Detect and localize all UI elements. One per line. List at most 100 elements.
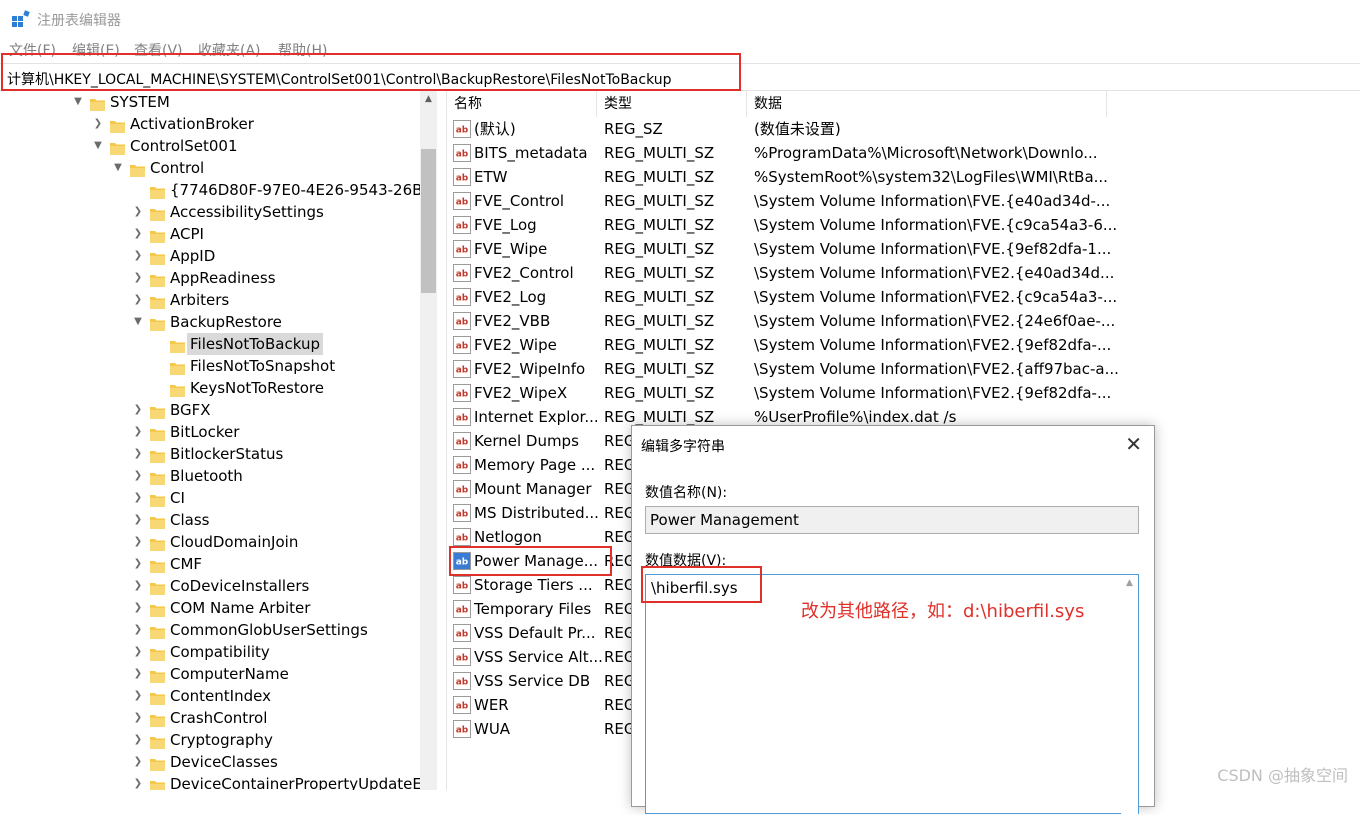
chevron-right-icon[interactable]: ❯: [130, 575, 146, 597]
tree-item[interactable]: ❯ ContentIndex: [0, 685, 420, 707]
tree-item[interactable]: ❯ CMF: [0, 553, 420, 575]
chevron-down-icon[interactable]: ▼: [130, 311, 146, 333]
column-header-name[interactable]: 名称: [447, 91, 597, 117]
tree-item[interactable]: ❯ AppID: [0, 245, 420, 267]
tree-item[interactable]: ❯ AppReadiness: [0, 267, 420, 289]
tree-item[interactable]: ❯ DeviceClasses: [0, 751, 420, 773]
string-value-icon: ab: [453, 360, 471, 378]
chevron-right-icon[interactable]: ❯: [130, 487, 146, 509]
tree-item[interactable]: ❯ DeviceContainerPropertyUpdateEve: [0, 773, 420, 790]
key-tree-pane[interactable]: ▼ SYSTEM ❯ ActivationBroker ▼ ControlSet001 ▼ C…: [0, 91, 420, 790]
chevron-right-icon[interactable]: ❯: [130, 531, 146, 553]
chevron-right-icon[interactable]: ❯: [130, 707, 146, 729]
value-list-header: 名称 类型 数据: [447, 91, 1360, 117]
chevron-down-icon[interactable]: ▼: [90, 135, 106, 157]
tree-item[interactable]: ❯ CloudDomainJoin: [0, 531, 420, 553]
value-data: \System Volume Information\FVE2.{9ef82df…: [754, 336, 1112, 354]
tree-item-label: BGFX: [170, 401, 211, 419]
tree-item[interactable]: ❯ ActivationBroker: [0, 113, 420, 135]
tree-scrollbar[interactable]: ▲: [420, 91, 437, 790]
tree-item[interactable]: ❯ Cryptography: [0, 729, 420, 751]
chevron-right-icon[interactable]: ❯: [130, 641, 146, 663]
tree-item[interactable]: ❯ CommonGlobUserSettings: [0, 619, 420, 641]
tree-item[interactable]: ❯ Class: [0, 509, 420, 531]
close-icon[interactable]: ✕: [1125, 432, 1142, 456]
textarea-scrollbar[interactable]: ▲: [1121, 575, 1138, 815]
tree-item[interactable]: ▼ ControlSet001: [0, 135, 420, 157]
chevron-right-icon[interactable]: ❯: [130, 663, 146, 685]
tree-item[interactable]: ❯ BGFX: [0, 399, 420, 421]
tree-item-label: ComputerName: [170, 665, 289, 683]
scroll-up-arrow-icon[interactable]: ▲: [1121, 578, 1138, 588]
chevron-right-icon[interactable]: ❯: [130, 751, 146, 773]
chevron-right-icon[interactable]: ❯: [130, 245, 146, 267]
tree-item[interactable]: ❯ CI: [0, 487, 420, 509]
column-header-data[interactable]: 数据: [747, 91, 1107, 117]
tree-item-label: ACPI: [170, 225, 204, 243]
address-path[interactable]: 计算机\HKEY_LOCAL_MACHINE\SYSTEM\ControlSet…: [7, 69, 672, 89]
value-row[interactable]: ab FVE2_Control REG_MULTI_SZ \System Volume…: [447, 261, 1360, 285]
value-row[interactable]: ab BITS_metadata REG_MULTI_SZ %ProgramData%…: [447, 141, 1360, 165]
value-row[interactable]: ab FVE_Wipe REG_MULTI_SZ \System Volume Inf…: [447, 237, 1360, 261]
tree-item[interactable]: ▼ Control: [0, 157, 420, 179]
chevron-right-icon[interactable]: ❯: [130, 443, 146, 465]
chevron-right-icon[interactable]: ❯: [130, 553, 146, 575]
value-row[interactable]: ab FVE2_WipeX REG_MULTI_SZ \System Volume I…: [447, 381, 1360, 405]
tree-item[interactable]: ❯ CoDeviceInstallers: [0, 575, 420, 597]
tree-item[interactable]: KeysNotToRestore: [0, 377, 420, 399]
value-row[interactable]: ab FVE2_Log REG_MULTI_SZ \System Volume Inf…: [447, 285, 1360, 309]
chevron-right-icon[interactable]: ❯: [130, 289, 146, 311]
chevron-right-icon[interactable]: ❯: [130, 773, 146, 790]
value-type: REG_MULTI_SZ: [604, 192, 715, 210]
tree-item[interactable]: FilesNotToBackup: [0, 333, 420, 355]
tree-item[interactable]: {7746D80F-97E0-4E26-9543-26B41FC: [0, 179, 420, 201]
chevron-right-icon[interactable]: ❯: [130, 465, 146, 487]
address-bar[interactable]: 计算机\HKEY_LOCAL_MACHINE\SYSTEM\ControlSet…: [0, 63, 1360, 91]
tree-item[interactable]: FilesNotToSnapshot: [0, 355, 420, 377]
tree-item[interactable]: ❯ Bluetooth: [0, 465, 420, 487]
menu-edit[interactable]: 编辑(E): [72, 40, 120, 60]
value-row[interactable]: ab FVE_Control REG_MULTI_SZ \System Volume …: [447, 189, 1360, 213]
tree-item[interactable]: ❯ ACPI: [0, 223, 420, 245]
tree-item[interactable]: ❯ COM Name Arbiter: [0, 597, 420, 619]
chevron-right-icon[interactable]: ❯: [130, 267, 146, 289]
value-row[interactable]: ab FVE2_VBB REG_MULTI_SZ \System Volume Inf…: [447, 309, 1360, 333]
pane-splitter[interactable]: [437, 91, 447, 790]
tree-item[interactable]: ❯ BitLocker: [0, 421, 420, 443]
menu-favorites[interactable]: 收藏夹(A): [198, 40, 261, 60]
value-row[interactable]: ab ETW REG_MULTI_SZ %SystemRoot%\system32\L…: [447, 165, 1360, 189]
tree-item[interactable]: ❯ CrashControl: [0, 707, 420, 729]
value-row[interactable]: ab FVE_Log REG_MULTI_SZ \System Volume Info…: [447, 213, 1360, 237]
tree-item[interactable]: ❯ AccessibilitySettings: [0, 201, 420, 223]
menu-file[interactable]: 文件(F): [9, 40, 56, 60]
chevron-right-icon[interactable]: ❯: [130, 685, 146, 707]
menu-view[interactable]: 查看(V): [134, 40, 183, 60]
scroll-up-arrow-icon[interactable]: ▲: [420, 91, 437, 108]
tree-item[interactable]: ❯ Compatibility: [0, 641, 420, 663]
value-row[interactable]: ab (默认) REG_SZ (数值未设置): [447, 117, 1360, 141]
chevron-right-icon[interactable]: ❯: [130, 201, 146, 223]
folder-icon: [110, 139, 125, 155]
value-row[interactable]: ab FVE2_Wipe REG_MULTI_SZ \System Volume In…: [447, 333, 1360, 357]
chevron-right-icon[interactable]: ❯: [130, 421, 146, 443]
chevron-right-icon[interactable]: ❯: [130, 619, 146, 641]
value-name: Power Manage...: [474, 552, 599, 570]
chevron-right-icon[interactable]: ❯: [130, 399, 146, 421]
value-row[interactable]: ab FVE2_WipeInfo REG_MULTI_SZ \System Volum…: [447, 357, 1360, 381]
chevron-right-icon[interactable]: ❯: [130, 729, 146, 751]
tree-item[interactable]: ❯ ComputerName: [0, 663, 420, 685]
tree-item[interactable]: ▼ BackupRestore: [0, 311, 420, 333]
tree-item[interactable]: ❯ Arbiters: [0, 289, 420, 311]
chevron-right-icon[interactable]: ❯: [130, 509, 146, 531]
tree-item[interactable]: ▼ SYSTEM: [0, 91, 420, 113]
chevron-right-icon[interactable]: ❯: [90, 113, 106, 135]
chevron-right-icon[interactable]: ❯: [130, 223, 146, 245]
scroll-thumb[interactable]: [421, 149, 436, 293]
chevron-right-icon[interactable]: ❯: [130, 597, 146, 619]
chevron-down-icon[interactable]: ▼: [110, 157, 126, 179]
chevron-down-icon[interactable]: ▼: [70, 91, 86, 113]
tree-item[interactable]: ❯ BitlockerStatus: [0, 443, 420, 465]
value-name: MS Distributed...: [474, 504, 599, 522]
column-header-type[interactable]: 类型: [597, 91, 747, 117]
menu-help[interactable]: 帮助(H): [278, 40, 327, 60]
